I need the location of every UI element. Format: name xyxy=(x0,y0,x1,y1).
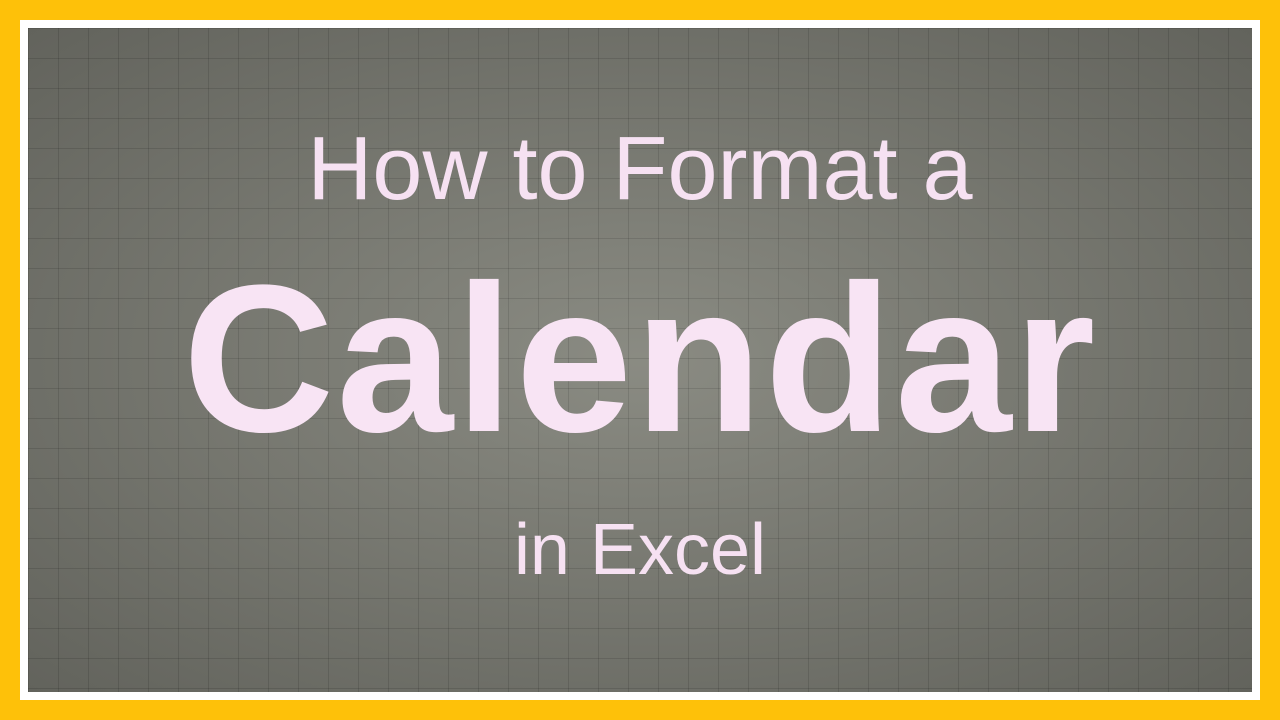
outer-frame: How to Format a Calendar in Excel xyxy=(0,0,1280,720)
inner-frame: How to Format a Calendar in Excel xyxy=(20,20,1260,700)
title-line-3: in Excel xyxy=(514,514,766,586)
title-line-2: Calendar xyxy=(183,254,1098,464)
title-line-1: How to Format a xyxy=(307,124,972,214)
title-card: How to Format a Calendar in Excel xyxy=(28,28,1252,692)
